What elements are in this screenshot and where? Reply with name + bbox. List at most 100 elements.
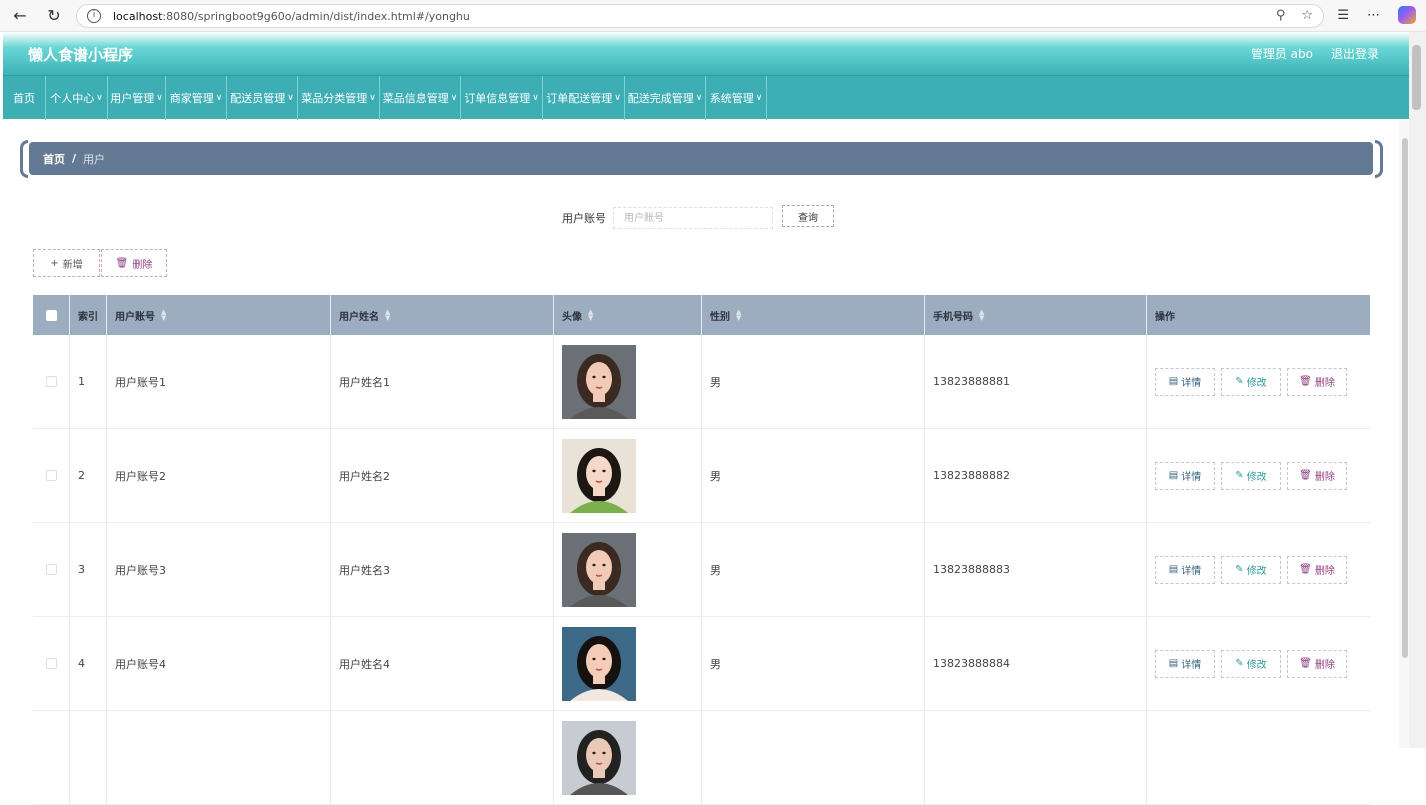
table-header: 索引 用户账号 ▲ ▼ 用户姓名 ▲ ▼ 头像 ▲ ▼ 性别 ▲ ▼ 手机号码 ▲ ▼ 操作 [33,295,1370,335]
document-icon: ▤ [1168,376,1179,387]
batch-delete-button[interactable]: 🗑 删除 [101,249,167,277]
menu-item-7[interactable]: 订单信息管理 ∨ [461,76,543,120]
menu-item-2[interactable]: 用户管理 ∨ [108,76,166,120]
cell-avatar [554,335,702,428]
browser-toolbar: ← ↻ i localhost:8080/springboot9g60o/adm… [0,0,1426,32]
cell-account [107,711,331,804]
reload-icon[interactable]: ↻ [40,2,68,30]
chevron-down-icon: ∨ [96,93,103,103]
cell-ops [1147,711,1370,804]
favorites-icon[interactable]: ☰ [1337,8,1349,23]
trash-icon: 🗑 [115,257,129,269]
logout-link[interactable]: 退出登录 [1331,45,1379,62]
table-row [33,711,1370,805]
add-button[interactable]: + 新增 [33,249,100,277]
url-text: localhost:8080/springboot9g60o/admin/dis… [113,9,470,23]
copilot-icon[interactable] [1398,6,1416,24]
row-checkbox[interactable] [45,658,57,669]
header-name[interactable]: 用户姓名 ▲ ▼ [331,295,554,335]
sort-icon[interactable]: ▲ ▼ [736,309,741,322]
breadcrumb-separator: / [72,152,77,165]
menu-item-8[interactable]: 订单配送管理 ∨ [543,76,625,120]
header-gender[interactable]: 性别 ▲ ▼ [702,295,925,335]
avatar-image [562,626,636,701]
row-select-cell [33,617,70,710]
chevron-down-icon: ∨ [614,93,621,103]
select-all-checkbox[interactable] [45,309,57,321]
search-input[interactable] [613,207,773,229]
arrow-left-icon[interactable]: ← [6,2,34,30]
document-icon: ▤ [1168,658,1179,669]
row-checkbox[interactable] [45,376,57,387]
edit-button[interactable]: ✎ 修改 [1221,367,1281,396]
header-account[interactable]: 用户账号 ▲ ▼ [107,295,331,335]
cell-index [70,711,107,804]
menu-item-1[interactable]: 个人中心 ∨ [46,76,108,120]
sort-icon[interactable]: ▲ ▼ [161,309,166,322]
user-table: 索引 用户账号 ▲ ▼ 用户姓名 ▲ ▼ 头像 ▲ ▼ 性别 ▲ ▼ 手机号码 ▲ ▼ 操作 1 用户… [33,295,1370,805]
menu-item-label: 菜品分类管理 [301,92,368,105]
cell-avatar [554,711,702,804]
content-scrollbar-thumb[interactable] [1402,138,1408,658]
menu-item-label: 系统管理 [709,92,754,105]
menu-item-label: 配送完成管理 [627,92,694,105]
page-scrollbar-track[interactable] [1409,32,1426,748]
row-select-cell [33,523,70,616]
plus-icon: + [50,257,59,269]
detail-button[interactable]: ▤ 详情 [1155,649,1215,678]
avatar-image [562,720,636,795]
document-icon: ▤ [1168,564,1179,575]
pencil-icon: ✎ [1235,376,1244,387]
pencil-icon: ✎ [1235,470,1244,481]
delete-button[interactable]: 🗑 删除 [1287,461,1347,490]
sort-icon[interactable]: ▲ ▼ [979,309,984,322]
menu-item-label: 商家管理 [169,92,214,105]
more-icon[interactable]: ⋯ [1367,8,1380,23]
menu-item-label: 个人中心 [50,92,95,105]
delete-label: 删除 [132,259,153,271]
menu-item-3[interactable]: 商家管理 ∨ [166,76,227,120]
menu-item-0[interactable]: 首页 [3,76,46,120]
delete-button[interactable]: 🗑 删除 [1287,649,1347,678]
sort-icon[interactable]: ▲ ▼ [385,309,390,322]
menu-item-10[interactable]: 系统管理 ∨ [706,76,767,120]
info-icon[interactable]: i [87,9,101,23]
delete-button[interactable]: 🗑 删除 [1287,555,1347,584]
detail-button[interactable]: ▤ 详情 [1155,555,1215,584]
header-avatar[interactable]: 头像 ▲ ▼ [554,295,702,335]
page-scrollbar-thumb[interactable] [1412,45,1421,110]
star-icon[interactable]: ☆ [1301,8,1313,23]
breadcrumb-bar: 首页 / 用户 [29,142,1373,175]
row-checkbox[interactable] [45,470,57,481]
menu-item-5[interactable]: 菜品分类管理 ∨ [298,76,380,120]
menu-item-label: 订单信息管理 [464,92,531,105]
cell-gender: 男 [702,429,925,522]
address-bar[interactable]: i localhost:8080/springboot9g60o/admin/d… [76,4,1324,28]
cell-index: 1 [70,335,107,428]
chevron-down-icon: ∨ [156,93,163,103]
edit-button[interactable]: ✎ 修改 [1221,461,1281,490]
bracket-right [1375,140,1383,178]
key-icon[interactable]: ⚲ [1276,8,1286,23]
header-phone[interactable]: 手机号码 ▲ ▼ [925,295,1147,335]
menu-item-label: 首页 [13,92,35,105]
table-body: 1 用户账号1 用户姓名1 男 13823888881 ▤ 详情 ✎ 修改 🗑 删除 2 用户账号2 用户… [33,335,1370,805]
header-ops: 操作 [1155,311,1175,323]
edit-button[interactable]: ✎ 修改 [1221,555,1281,584]
cell-ops: ▤ 详情 ✎ 修改 🗑 删除 [1147,523,1370,616]
detail-button[interactable]: ▤ 详情 [1155,367,1215,396]
menu-item-9[interactable]: 配送完成管理 ∨ [625,76,706,120]
edit-button[interactable]: ✎ 修改 [1221,649,1281,678]
cell-avatar [554,429,702,522]
trash-icon: 🗑 [1299,376,1312,387]
row-checkbox[interactable] [45,564,57,575]
query-button[interactable]: 查询 [782,205,834,227]
cell-gender: 男 [702,617,925,710]
cell-ops: ▤ 详情 ✎ 修改 🗑 删除 [1147,617,1370,710]
menu-item-6[interactable]: 菜品信息管理 ∨ [380,76,461,120]
detail-button[interactable]: ▤ 详情 [1155,461,1215,490]
sort-icon[interactable]: ▲ ▼ [588,309,593,322]
menu-item-4[interactable]: 配送员管理 ∨ [227,76,298,120]
delete-button[interactable]: 🗑 删除 [1287,367,1347,396]
breadcrumb-home[interactable]: 首页 [43,151,65,167]
